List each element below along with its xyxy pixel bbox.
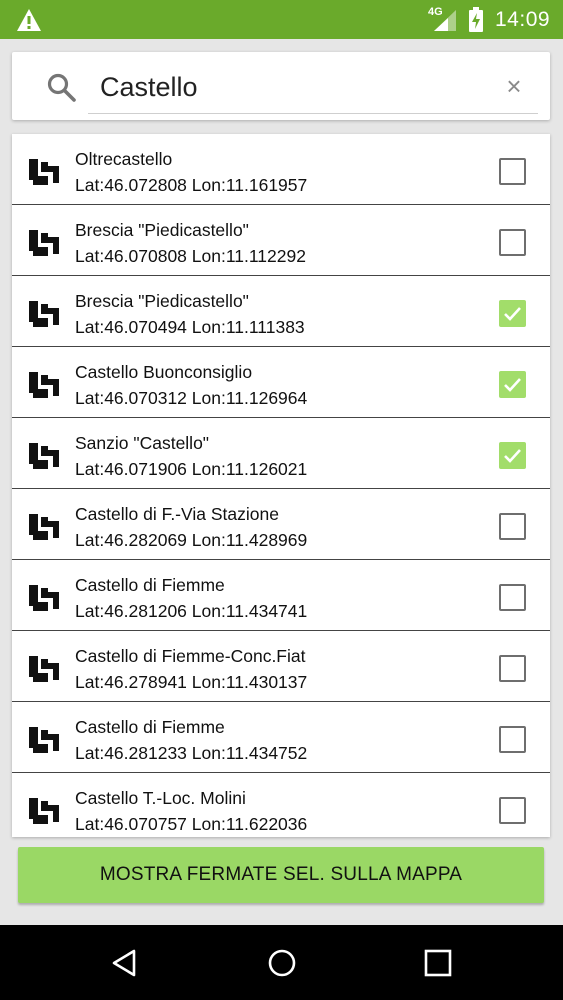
bus-stop-icon xyxy=(29,230,59,256)
stop-checkbox[interactable] xyxy=(499,513,526,540)
stop-checkbox[interactable] xyxy=(499,371,526,398)
list-item[interactable]: Castello di Fiemme Lat:46.281206 Lon:11.… xyxy=(12,560,550,631)
bus-stop-icon xyxy=(29,585,59,611)
stop-coordinates: Lat:46.070494 Lon:11.111383 xyxy=(75,317,305,337)
list-item[interactable]: Castello Buonconsiglio Lat:46.070312 Lon… xyxy=(12,347,550,418)
bus-stop-icon xyxy=(29,443,59,469)
battery-charging-icon xyxy=(469,7,483,32)
stop-name: Castello T.-Loc. Molini xyxy=(75,788,246,808)
bus-stop-icon xyxy=(29,514,59,540)
stop-checkbox[interactable] xyxy=(499,442,526,469)
stop-name: Castello di Fiemme xyxy=(75,575,225,595)
stop-checkbox[interactable] xyxy=(499,797,526,824)
search-input-underline xyxy=(88,113,538,114)
stop-checkbox[interactable] xyxy=(499,584,526,611)
stop-name: Castello di Fiemme-Conc.Fiat xyxy=(75,646,306,666)
search-input[interactable] xyxy=(90,66,490,108)
checkmark-icon xyxy=(504,307,521,321)
list-item[interactable]: Castello di Fiemme-Conc.Fiat Lat:46.2789… xyxy=(12,631,550,702)
stop-name: Castello di F.-Via Stazione xyxy=(75,504,279,524)
stop-checkbox[interactable] xyxy=(499,158,526,185)
list-item[interactable]: Castello di F.-Via Stazione Lat:46.28206… xyxy=(12,489,550,560)
recents-icon[interactable] xyxy=(422,947,454,979)
stop-name: Castello Buonconsiglio xyxy=(75,362,253,382)
stop-coordinates: Lat:46.070312 Lon:11.126964 xyxy=(75,388,308,408)
bus-stop-icon xyxy=(29,727,59,753)
status-bar: 4G 14:09 xyxy=(0,0,563,39)
list-item[interactable]: Oltrecastello Lat:46.072808 Lon:11.16195… xyxy=(12,134,550,205)
list-item[interactable]: Brescia "Piedicastello" Lat:46.070494 Lo… xyxy=(12,276,550,347)
stop-coordinates: Lat:46.282069 Lon:11.428969 xyxy=(75,530,308,550)
bus-stop-icon xyxy=(29,656,59,682)
clear-search-button[interactable]: × xyxy=(502,72,526,100)
bus-stop-icon xyxy=(29,798,59,824)
search-card: × xyxy=(12,52,550,120)
bus-stop-icon xyxy=(29,159,59,185)
stop-name: Sanzio "Castello" xyxy=(75,433,210,453)
search-icon xyxy=(47,73,76,102)
list-item[interactable]: Brescia "Piedicastello" Lat:46.070808 Lo… xyxy=(12,205,550,276)
stop-checkbox[interactable] xyxy=(499,300,526,327)
stops-list[interactable]: Oltrecastello Lat:46.072808 Lon:11.16195… xyxy=(12,134,550,837)
navigation-bar xyxy=(0,925,563,1000)
checkmark-icon xyxy=(504,378,521,392)
list-item[interactable]: Castello T.-Loc. Molini Lat:46.070757 Lo… xyxy=(12,773,550,837)
stop-checkbox[interactable] xyxy=(499,655,526,682)
stop-coordinates: Lat:46.071906 Lon:11.126021 xyxy=(75,459,308,479)
clock: 14:09 xyxy=(495,8,551,31)
stop-coordinates: Lat:46.278941 Lon:11.430137 xyxy=(75,672,308,692)
stop-coordinates: Lat:46.281206 Lon:11.434741 xyxy=(75,601,308,621)
stop-coordinates: Lat:46.070808 Lon:11.112292 xyxy=(75,246,306,266)
home-icon[interactable] xyxy=(266,947,298,979)
bus-stop-icon xyxy=(29,301,59,327)
stop-name: Brescia "Piedicastello" xyxy=(75,220,249,240)
stop-checkbox[interactable] xyxy=(499,229,526,256)
checkmark-icon xyxy=(504,449,521,463)
stop-name: Oltrecastello xyxy=(75,149,173,169)
stop-coordinates: Lat:46.070757 Lon:11.622036 xyxy=(75,814,308,834)
warning-icon xyxy=(17,9,41,31)
back-icon[interactable] xyxy=(109,947,141,979)
list-item[interactable]: Castello di Fiemme Lat:46.281233 Lon:11.… xyxy=(12,702,550,773)
stop-name: Castello di Fiemme xyxy=(75,717,225,737)
stop-checkbox[interactable] xyxy=(499,726,526,753)
signal-icon xyxy=(434,10,456,31)
stop-coordinates: Lat:46.072808 Lon:11.161957 xyxy=(75,175,308,195)
bus-stop-icon xyxy=(29,372,59,398)
show-selected-on-map-button[interactable]: MOSTRA FERMATE SEL. SULLA MAPPA xyxy=(18,847,544,903)
stop-name: Brescia "Piedicastello" xyxy=(75,291,249,311)
list-item[interactable]: Sanzio "Castello" Lat:46.071906 Lon:11.1… xyxy=(12,418,550,489)
stop-coordinates: Lat:46.281233 Lon:11.434752 xyxy=(75,743,308,763)
